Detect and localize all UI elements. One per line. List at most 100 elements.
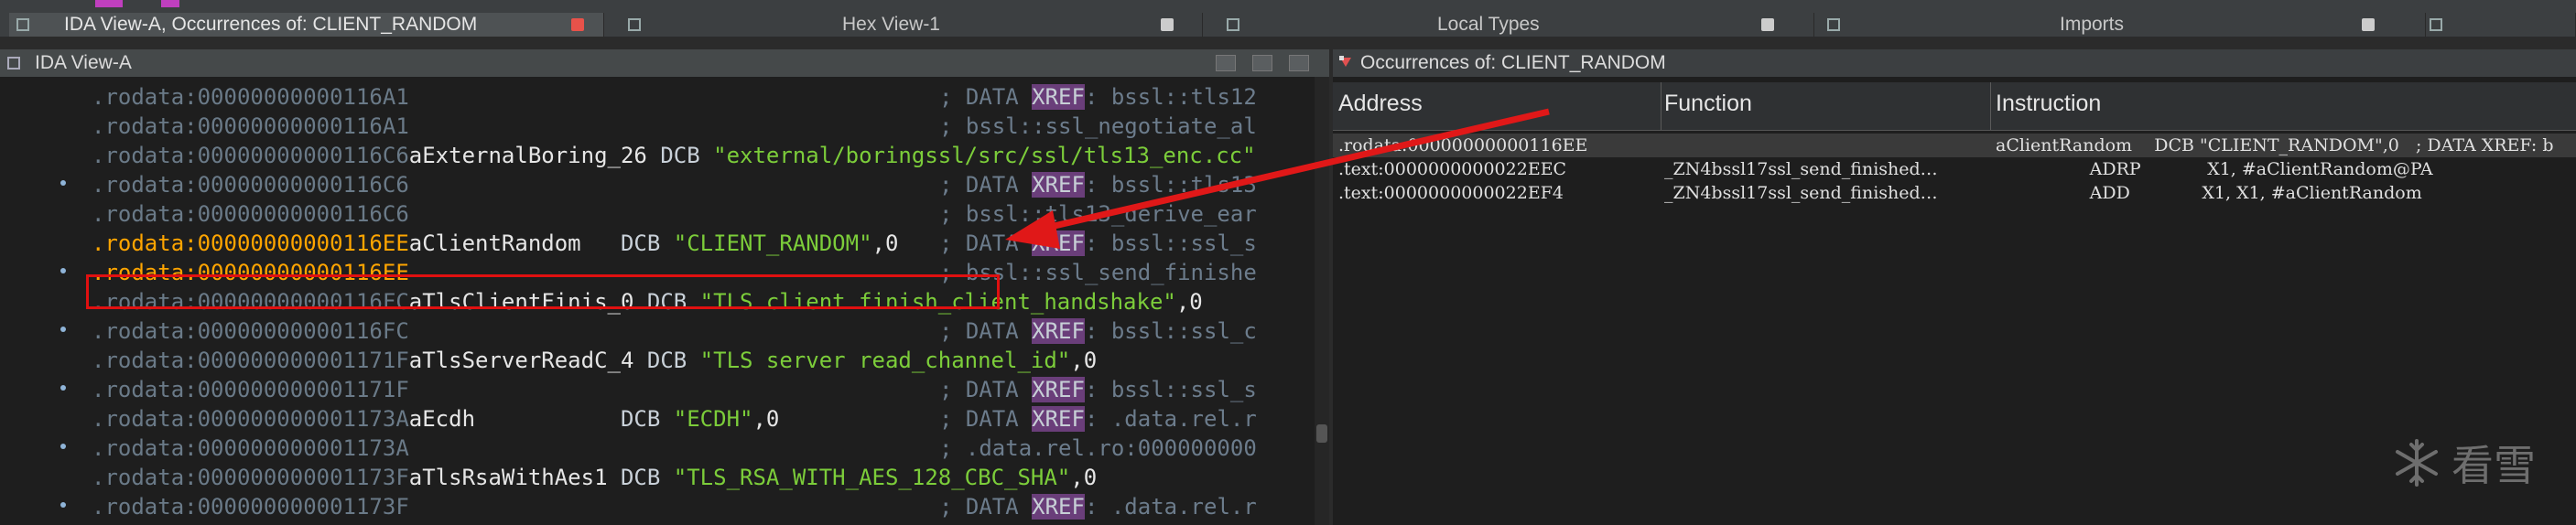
address-label: .rodata:00000000000116C6: [92, 143, 409, 168]
close-icon[interactable]: [1761, 18, 1774, 31]
imports-icon: [1827, 18, 1840, 31]
types-icon: [1227, 18, 1239, 31]
xref-link[interactable]: XREF: [1032, 318, 1085, 344]
xref-link[interactable]: XREF: [1032, 377, 1085, 402]
scrollbar-thumb[interactable]: [1316, 424, 1327, 443]
window-icon: [2430, 18, 2442, 31]
occurrence-function: _ZN4bssl17ssl_send_finished…: [1664, 159, 1938, 179]
close-icon[interactable]: [571, 18, 584, 31]
terminator: ,0: [1175, 289, 1203, 315]
breakpoint-dot[interactable]: [60, 502, 66, 508]
close-icon[interactable]: [2362, 18, 2375, 31]
occurrences-title: Occurrences of: CLIENT_RANDOM: [1360, 52, 1666, 73]
comment-text: : bssl::ssl_c: [1084, 318, 1257, 344]
comment-text: ; .data.rel.ro:000000000: [939, 435, 1257, 461]
ida-view-titlebar: IDA View-A: [0, 49, 1329, 77]
disasm-line[interactable]: .rodata:00000000000116A1: [92, 112, 409, 141]
occurrences-titlebar: Occurrences of: CLIENT_RANDOM: [1333, 49, 2576, 77]
vertical-scrollbar[interactable]: [1315, 77, 1329, 525]
comment: ; DATA XREF: .data.rel.r: [939, 492, 1257, 521]
comment: ; DATA XREF: bssl::tls13: [939, 170, 1257, 199]
xref-link[interactable]: XREF: [1032, 494, 1085, 520]
xref-link[interactable]: XREF: [1032, 230, 1085, 256]
tab-bar: IDA View-A, Occurrences of: CLIENT_RANDO…: [0, 0, 2576, 37]
string-literal: "external/boringssl/src/ssl/tls13_enc.cc…: [713, 143, 1256, 168]
tab-local-types[interactable]: Local Types: [1207, 13, 1814, 37]
address-label: .rodata:00000000000116C6: [92, 172, 409, 198]
comment-text: : .data.rel.r: [1084, 494, 1257, 520]
close-icon[interactable]: [1161, 18, 1174, 31]
disasm-line[interactable]: .rodata:00000000000116A1: [92, 82, 409, 112]
float-button[interactable]: [1252, 55, 1272, 71]
address-label: .rodata:000000000001171F: [92, 377, 409, 402]
xref-link[interactable]: XREF: [1032, 84, 1085, 110]
tab-more[interactable]: [2430, 13, 2576, 37]
tab-imports[interactable]: Imports: [1818, 13, 2426, 37]
breakpoint-dot[interactable]: [60, 327, 66, 332]
comment-text: ; DATA: [939, 84, 1033, 110]
tab-label: Imports: [2060, 14, 2125, 35]
comment: ; DATA XREF: bssl::ssl_s: [939, 375, 1257, 404]
breakpoint-dot[interactable]: [60, 385, 66, 391]
disasm-line[interactable]: .rodata:00000000000116C6: [92, 199, 409, 229]
disasm-line[interactable]: .rodata:00000000000116C6: [92, 170, 409, 199]
breakpoint-dot[interactable]: [60, 268, 66, 273]
disasm-line[interactable]: .rodata:000000000001171FaTlsServerReadC_…: [92, 346, 1097, 375]
comment-text: : bssl::ssl_s: [1084, 230, 1257, 256]
tab-label: Local Types: [1437, 14, 1540, 35]
breakpoint-dot[interactable]: [60, 180, 66, 186]
address-label: .rodata:00000000000116A1: [92, 84, 409, 110]
address-label: .rodata:00000000000116A1: [92, 113, 409, 139]
occurrences-pane: Occurrences of: CLIENT_RANDOM Address Fu…: [1333, 49, 2576, 525]
breakpoint-gutter[interactable]: [0, 77, 79, 525]
search-results-icon: [1339, 56, 1351, 67]
disasm-line[interactable]: .rodata:000000000001173F: [92, 492, 409, 521]
address-label: .rodata:000000000001173F: [92, 465, 409, 490]
occurrence-row[interactable]: .rodata:00000000000116EE aClientRandom DC…: [1333, 134, 2576, 157]
occurrence-instruction: ADD X1, X1, #aClientRandom: [1996, 183, 2422, 203]
comment-text: ; DATA: [939, 377, 1033, 402]
disasm-line[interactable]: .rodata:000000000001173AaEcdh DCB "ECDH"…: [92, 404, 779, 434]
tab-label: IDA View-A, Occurrences of: CLIENT_RANDO…: [64, 14, 478, 35]
column-function[interactable]: Function: [1664, 91, 1752, 117]
comment: ; DATA XREF: bssl::tls12: [939, 82, 1257, 112]
tab-label: Hex View-1: [842, 14, 940, 35]
occurrence-address: .text:0000000000022EF4: [1338, 183, 1564, 203]
occurrence-address: .text:0000000000022EEC: [1338, 159, 1567, 179]
comment: ; bssl::tls13_derive_ear: [939, 199, 1257, 229]
address-label: .rodata:000000000001173F: [92, 494, 409, 520]
xref-link[interactable]: XREF: [1032, 172, 1085, 198]
comment-text: : .data.rel.r: [1084, 406, 1257, 432]
tab-hex-view[interactable]: Hex View-1: [608, 13, 1203, 37]
occurrence-instruction: ADRP X1, #aClientRandom@PA: [1996, 159, 2433, 179]
disasm-line[interactable]: .rodata:000000000001173FaTlsRsaWithAes1 …: [92, 463, 1097, 492]
color-strip: [161, 0, 179, 7]
string-literal: "TLS_RSA_WITH_AES_128_CBC_SHA": [673, 465, 1071, 490]
window-icon: [7, 57, 20, 70]
string-literal: "CLIENT_RANDOM": [673, 230, 872, 256]
occurrence-row[interactable]: .text:0000000000022EEC _ZN4bssl17ssl_send…: [1333, 157, 2576, 181]
column-address[interactable]: Address: [1338, 91, 1423, 117]
snowflake-icon: [2396, 439, 2438, 487]
disasm-line[interactable]: .rodata:00000000000116FC: [92, 316, 409, 346]
disasm-line[interactable]: .rodata:000000000001171F: [92, 375, 409, 404]
restore-button[interactable]: [1216, 55, 1236, 71]
column-instruction[interactable]: Instruction: [1996, 91, 2101, 117]
comment: ; DATA XREF: bssl::ssl_s: [939, 229, 1257, 258]
directive: DCB: [646, 143, 714, 168]
disasm-line[interactable]: .rodata:000000000001173A: [92, 434, 409, 463]
address-label: .rodata:000000000001173A: [92, 435, 409, 461]
comment-text: : bssl::tls13: [1084, 172, 1257, 198]
tab-ida-view-a[interactable]: IDA View-A, Occurrences of: CLIENT_RANDO…: [9, 13, 604, 37]
address-label: .rodata:00000000000116EE: [92, 230, 409, 256]
close-button[interactable]: [1289, 55, 1309, 71]
disasm-line[interactable]: .rodata:00000000000116EEaClientRandom DC…: [92, 229, 898, 258]
xref-link[interactable]: XREF: [1032, 406, 1085, 432]
comment: ; DATA XREF: .data.rel.r: [939, 404, 1257, 434]
occurrence-row[interactable]: .text:0000000000022EF4 _ZN4bssl17ssl_send…: [1333, 181, 2576, 205]
breakpoint-dot[interactable]: [60, 444, 66, 449]
window-icon: [16, 18, 29, 31]
comment-text: ; DATA: [939, 230, 1033, 256]
address-label: .rodata:00000000000116FC: [92, 318, 409, 344]
disasm-line[interactable]: .rodata:00000000000116C6aExternalBoring_…: [92, 141, 1256, 170]
